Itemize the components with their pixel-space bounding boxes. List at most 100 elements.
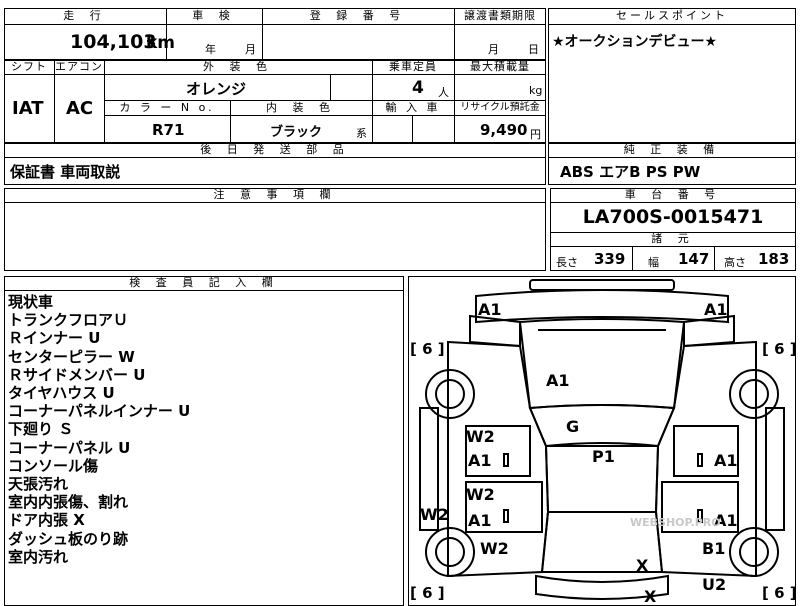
note-line: ダッシュ板のり跡 bbox=[8, 529, 129, 548]
interior-color-value: ブラック bbox=[270, 125, 323, 140]
capacity-label: 乗車定員 bbox=[389, 60, 437, 73]
chassis-no-label: 車 台 番 号 bbox=[624, 188, 722, 201]
mark-rear-bottom: X bbox=[644, 587, 657, 606]
divider bbox=[550, 202, 796, 203]
divider bbox=[4, 74, 546, 75]
shift-label: シフト bbox=[11, 60, 47, 73]
chassis-no-value: LA700S-0015471 bbox=[582, 206, 764, 228]
mark-hood: A1 bbox=[546, 371, 570, 390]
mileage-unit: km bbox=[146, 33, 176, 53]
shift-value: IAT bbox=[12, 98, 44, 119]
divider bbox=[548, 157, 796, 158]
mark-left-front-door: A1 bbox=[468, 451, 492, 470]
recycle-unit: 円 bbox=[530, 128, 541, 141]
later-parts-value: 保証書 車両取説 bbox=[10, 163, 121, 181]
later-parts-label: 後 日 発 送 部 品 bbox=[200, 143, 350, 156]
mark-right-front-door: A1 bbox=[714, 451, 738, 470]
note-line: Ｒインナー U bbox=[8, 329, 101, 348]
mark-front-left: A1 bbox=[478, 300, 502, 319]
exterior-color-value: オレンジ bbox=[186, 80, 247, 98]
mark-front-right: A1 bbox=[704, 300, 728, 319]
length-label: 長さ bbox=[556, 256, 578, 269]
recycle-fee-value: 9,490 bbox=[480, 121, 528, 139]
note-line: コーナーパネルインナー U bbox=[8, 402, 191, 421]
tire-mark-fl: [ 6 ] bbox=[410, 340, 445, 358]
mark-left-sill: W2 bbox=[420, 505, 449, 524]
note-line: ドア内張 X bbox=[8, 511, 85, 530]
divider bbox=[714, 246, 715, 271]
tire-mark-rl: [ 6 ] bbox=[410, 584, 445, 602]
note-line: コンソール傷 bbox=[8, 456, 99, 475]
max-load-label: 最大積載量 bbox=[470, 60, 530, 73]
sales-point-box bbox=[548, 8, 796, 143]
note-line: 天張汚れ bbox=[8, 475, 69, 494]
transfer-label: 譲渡書類期限 bbox=[464, 9, 536, 22]
exterior-color-label: 外 装 色 bbox=[203, 60, 273, 73]
tire-mark-fr: [ 6 ] bbox=[762, 340, 796, 358]
note-line: トランクフロアＵ bbox=[8, 311, 129, 330]
color-no-label: カ ラ ー N o. bbox=[119, 101, 215, 114]
note-line: コーナーパネル U bbox=[8, 438, 131, 457]
inspector-notes-label: 検 査 員 記 入 欄 bbox=[129, 276, 279, 289]
watermark: WEBSHOP.PRO bbox=[630, 516, 721, 529]
interior-color-label: 内 装 色 bbox=[266, 101, 336, 114]
inspection-label: 車 検 bbox=[192, 9, 236, 22]
divider bbox=[4, 290, 404, 291]
mark-left-rear-door: A1 bbox=[468, 511, 492, 530]
recycle-label: リサイクル預託金 bbox=[460, 102, 540, 113]
note-line: センターピラー W bbox=[8, 347, 135, 366]
registration-label: 登 録 番 号 bbox=[309, 9, 407, 22]
note-line: 現状車 bbox=[8, 293, 54, 311]
note-line: 室内内張傷、割れ bbox=[8, 493, 129, 512]
notes-label: 注 意 事 項 欄 bbox=[213, 188, 337, 201]
capacity-value: 4 bbox=[412, 78, 424, 98]
color-no-value: R71 bbox=[152, 121, 185, 139]
note-line: 室内汚れ bbox=[8, 547, 69, 566]
divider bbox=[4, 202, 546, 203]
divider bbox=[330, 74, 331, 100]
divider bbox=[104, 115, 546, 116]
width-label: 幅 bbox=[648, 256, 659, 269]
mark-left-front-door-top: W2 bbox=[466, 427, 495, 446]
transfer-day-unit: 日 bbox=[528, 43, 539, 56]
aircon-label: エアコン bbox=[55, 60, 103, 73]
height-label: 高さ bbox=[724, 256, 746, 269]
standard-equipment-label: 純 正 装 備 bbox=[623, 143, 721, 156]
mark-right-rear-fender: B1 bbox=[702, 539, 725, 558]
divider bbox=[632, 246, 633, 271]
mark-rear-glass: X bbox=[636, 556, 649, 575]
length-value: 339 bbox=[594, 250, 626, 268]
divider bbox=[412, 115, 413, 143]
interior-suffix: 系 bbox=[356, 127, 367, 140]
mark-right-rear-corner: U2 bbox=[702, 575, 726, 594]
transfer-month-unit: 月 bbox=[488, 43, 499, 56]
mark-roof: P1 bbox=[592, 447, 615, 466]
inspection-month-unit: 月 bbox=[245, 43, 256, 56]
height-value: 183 bbox=[758, 250, 790, 268]
mileage-value: 104,103 bbox=[70, 31, 157, 53]
note-line: 下廻り Ｓ bbox=[8, 420, 74, 439]
sales-point-label: セールスポイント bbox=[616, 9, 728, 22]
mark-left-rear-fender: W2 bbox=[480, 539, 509, 558]
note-line: タイヤハウス U bbox=[8, 384, 115, 403]
inspection-year-unit: 年 bbox=[205, 43, 216, 56]
inspector-notes-list: 現状車 トランクフロアＵ Ｒインナー U センターピラー W Ｒサイドメンバー … bbox=[8, 293, 190, 566]
tire-mark-rr: [ 6 ] bbox=[762, 584, 796, 602]
car-diagram: A1 A1 A1 G P1 W2 A1 W2 A1 W2 W2 A1 A1 B1… bbox=[410, 279, 796, 606]
mark-left-rear-door-top: W2 bbox=[466, 485, 495, 504]
sales-point-text: ★オークションデビュー★ bbox=[552, 34, 718, 50]
standard-equipment-value: ABS エアB PS PW bbox=[560, 163, 701, 181]
divider bbox=[550, 246, 796, 247]
mileage-label: 走 行 bbox=[63, 9, 107, 22]
note-line: Ｒサイドメンバー U bbox=[8, 365, 146, 384]
divider bbox=[4, 157, 546, 158]
max-load-unit: kg bbox=[529, 84, 543, 97]
specs-label: 諸 元 bbox=[651, 232, 695, 245]
import-label: 輸 入 車 bbox=[385, 101, 441, 114]
mark-windshield: G bbox=[566, 417, 579, 436]
capacity-unit: 人 bbox=[438, 86, 449, 99]
divider bbox=[4, 24, 546, 25]
width-value: 147 bbox=[678, 250, 710, 268]
aircon-value: AC bbox=[66, 98, 94, 119]
divider bbox=[548, 24, 796, 25]
